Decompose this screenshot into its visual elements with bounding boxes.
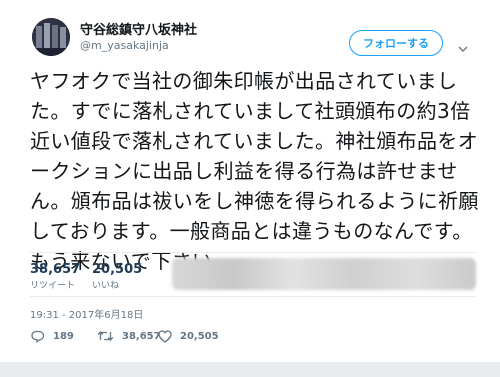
user-handle[interactable]: @m_yasakajinja — [80, 39, 169, 52]
like-stat-label[interactable]: いいね — [92, 278, 119, 291]
retweet-count: 38,657 — [122, 330, 161, 342]
reply-icon — [31, 330, 45, 343]
retweet-icon — [97, 331, 114, 341]
retweet-stat-label[interactable]: リツイート — [30, 278, 75, 291]
like-count: 20,505 — [180, 331, 219, 342]
reply-button[interactable]: 189 — [30, 330, 74, 343]
user-name[interactable]: 守谷総鎮守八坂神社 — [80, 19, 197, 38]
divider — [30, 252, 476, 253]
chevron-down-icon[interactable] — [458, 38, 468, 57]
retweet-button[interactable]: 38,657 — [97, 330, 161, 342]
divider — [30, 296, 476, 297]
like-button[interactable]: 20,505 — [158, 330, 219, 343]
avatar[interactable] — [32, 18, 70, 56]
follow-button[interactable]: フォローする — [349, 30, 443, 56]
heart-icon — [158, 330, 172, 343]
bottom-divider — [0, 362, 500, 377]
retweet-stat-count[interactable]: 38,657 — [30, 262, 80, 277]
like-stat-count[interactable]: 20,505 — [92, 262, 142, 277]
tweet-timestamp[interactable]: 19:31 - 2017年6月18日 — [30, 306, 143, 321]
liker-avatars-blurred — [172, 258, 476, 290]
reply-count: 189 — [53, 331, 74, 342]
tweet-card: 守谷総鎮守八坂神社 @m_yasakajinja フォローする ヤフオクで当社の… — [0, 0, 500, 377]
tweet-text: ヤフオクで当社の御朱印帳が出品されていました。すでに落札されていまして社頭頒布の… — [30, 69, 479, 273]
